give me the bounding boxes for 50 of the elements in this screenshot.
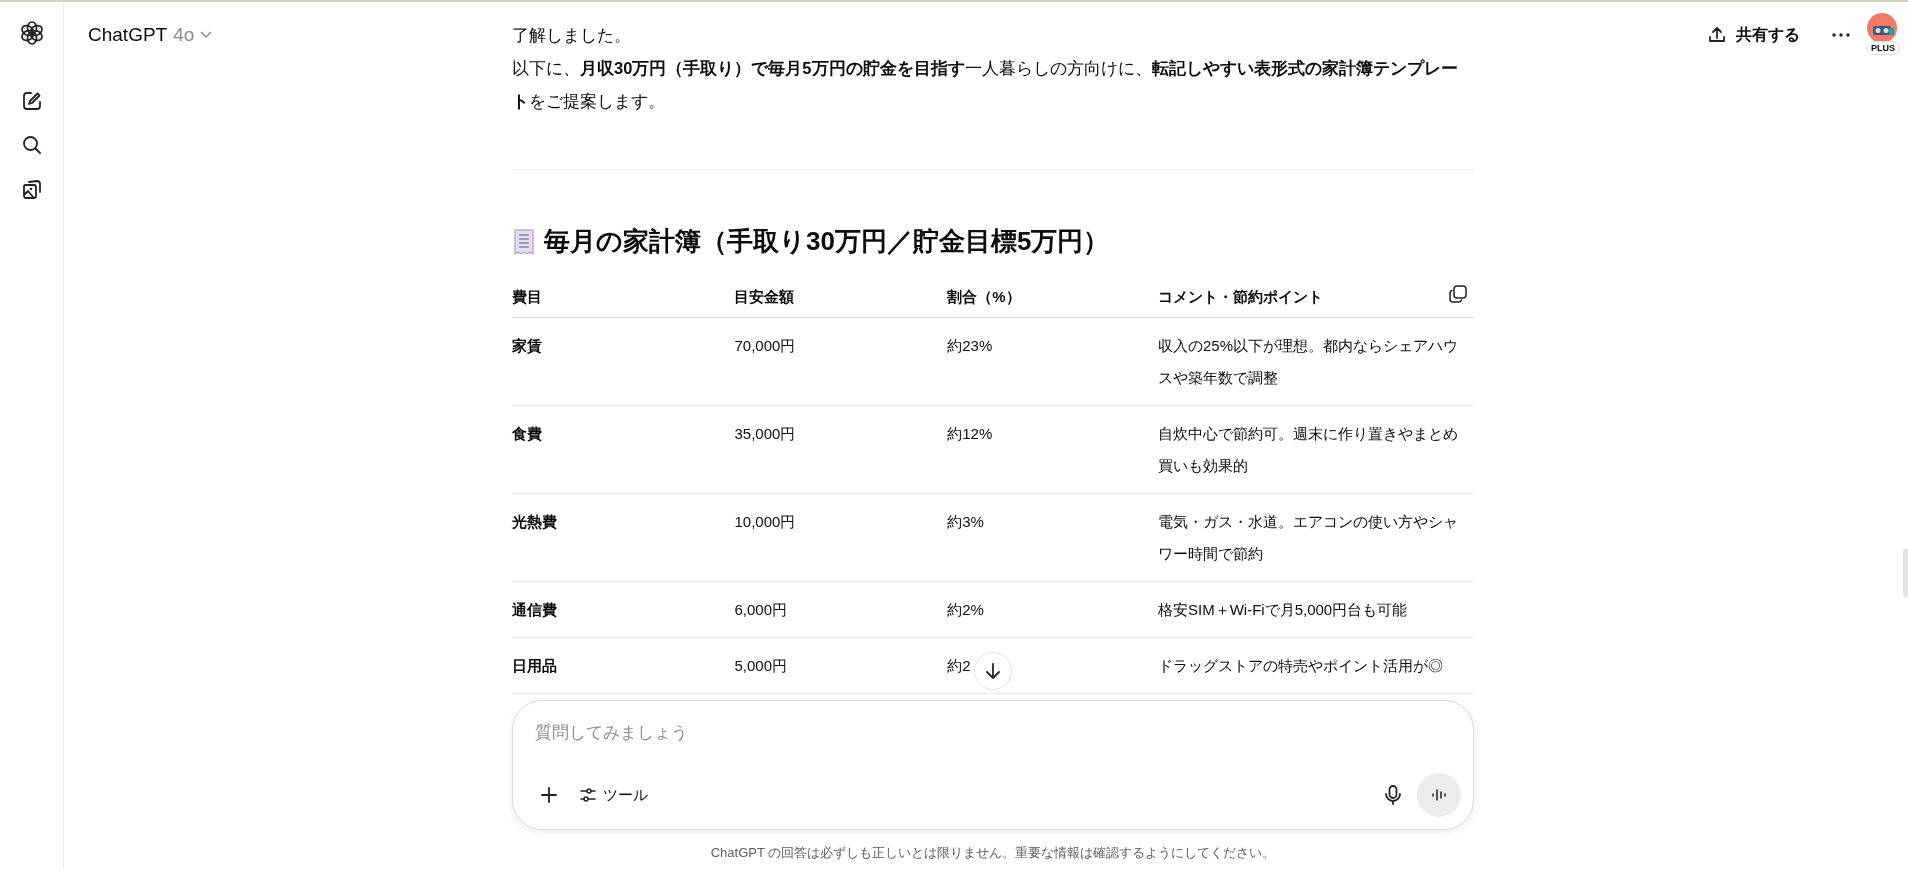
table-cell: 光熱費 bbox=[512, 513, 557, 530]
app-title[interactable]: ChatGPT bbox=[88, 24, 168, 46]
scroll-down-button[interactable] bbox=[974, 652, 1012, 690]
column-header: 費目 bbox=[512, 288, 542, 305]
table-cell: 5,000円 bbox=[734, 657, 787, 674]
tools-button[interactable]: ツール bbox=[573, 781, 654, 809]
table-cell: 約23% bbox=[947, 337, 993, 354]
table-cell: 日用品 bbox=[512, 657, 557, 674]
table-cell: 約12% bbox=[947, 425, 993, 442]
copy-icon[interactable] bbox=[1448, 284, 1468, 304]
more-icon[interactable] bbox=[1832, 33, 1850, 37]
column-header: 目安金額 bbox=[734, 288, 795, 305]
table-cell: 格安SIM＋Wi-Fiで月5,000円台も可能 bbox=[1158, 601, 1408, 618]
disclaimer-text: ChatGPT の回答は必ずしも正しいとは限りません。重要な情報は確認するようにしてください。 bbox=[709, 844, 1277, 862]
share-button[interactable]: 共有する bbox=[1700, 18, 1808, 52]
table-heading: 毎月の家計簿（手取り30万円／貯金目標5万円） bbox=[544, 225, 1110, 258]
waveform-icon bbox=[1431, 787, 1447, 803]
table-cell: 食費 bbox=[512, 425, 542, 442]
scrollbar-thumb[interactable] bbox=[1903, 549, 1908, 597]
new-chat-icon[interactable] bbox=[20, 90, 43, 112]
chevron-down-icon[interactable] bbox=[200, 31, 213, 39]
table-cell: 6,000円 bbox=[734, 601, 787, 618]
microphone-icon bbox=[1383, 784, 1403, 806]
table-cell: 電気・ガス・水道。エアコンの使い方やシャワー時間で節約 bbox=[1158, 513, 1458, 562]
column-header: コメント・節約ポイント bbox=[1158, 288, 1323, 305]
table-cell: 約3% bbox=[947, 513, 984, 530]
plan-badge: PLUS bbox=[1866, 41, 1900, 55]
table-cell: 家賃 bbox=[512, 337, 542, 354]
avatar[interactable] bbox=[1867, 13, 1897, 43]
table-cell: 約2% bbox=[947, 601, 984, 618]
plus-icon bbox=[539, 785, 559, 805]
images-icon[interactable] bbox=[20, 178, 43, 200]
table-cell: 35,000円 bbox=[734, 425, 796, 442]
column-header: 割合（%） bbox=[947, 288, 1021, 305]
message-text: 以下に、月収30万円（手取り）で毎月5万円の貯金を目指す一人暮らしの方向けに、転記しやすい表形式の家計簿テンプレートをご提案します。 bbox=[512, 58, 1459, 112]
arrow-down-icon bbox=[984, 662, 1002, 680]
logo-icon[interactable] bbox=[18, 20, 45, 46]
table-cell: 約2 bbox=[947, 657, 971, 674]
table-cell: 収入の25%以下が理想。都内ならシェアハウスや築年数で調整 bbox=[1158, 337, 1459, 386]
table-cell: ドラッグストアの特売やポイント活用が◎ bbox=[1158, 657, 1443, 674]
voice-mode-button[interactable] bbox=[1417, 773, 1461, 817]
table-cell: 自炊中心で節約可。週末に作り置きやまとめ買いも効果的 bbox=[1158, 425, 1458, 474]
sliders-icon bbox=[579, 786, 597, 804]
search-icon[interactable] bbox=[20, 134, 43, 156]
table-cell: 10,000円 bbox=[734, 513, 796, 530]
share-icon bbox=[1708, 26, 1726, 44]
table-cell: 70,000円 bbox=[734, 337, 796, 354]
message-text: 了解しました。 bbox=[512, 25, 632, 46]
table-cell: 通信費 bbox=[512, 601, 557, 618]
receipt-icon bbox=[512, 227, 536, 256]
